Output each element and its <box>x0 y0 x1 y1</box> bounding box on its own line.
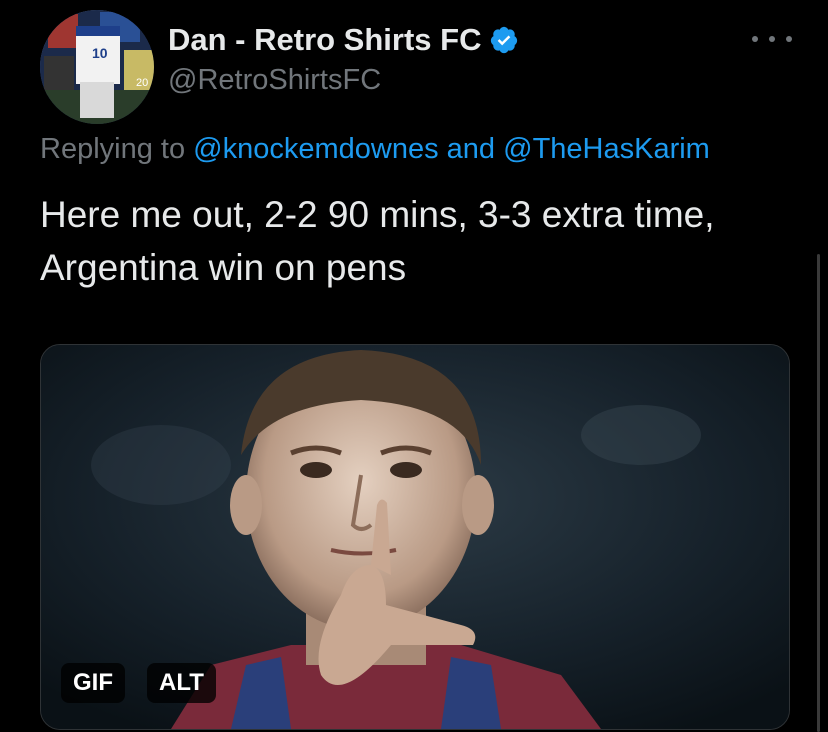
alt-text-button[interactable]: ALT <box>147 663 216 703</box>
gif-media[interactable]: GIF ALT <box>40 344 790 730</box>
svg-text:10: 10 <box>92 45 108 61</box>
display-name[interactable]: Dan - Retro Shirts FC <box>168 22 519 58</box>
verified-badge-icon <box>489 25 519 55</box>
retro-shirts-avatar-icon: 10 20 <box>40 10 154 124</box>
avatar[interactable]: 10 20 <box>40 10 154 124</box>
replying-prefix: Replying to <box>40 133 186 165</box>
tweet-text: Here me out, 2-2 90 mins, 3-3 extra time… <box>40 194 715 288</box>
svg-text:20: 20 <box>136 77 148 89</box>
gif-badge: GIF <box>61 663 125 703</box>
more-options-icon[interactable] <box>752 24 792 54</box>
tweet[interactable]: 10 20 Dan - Retro Shirts FC @RetroShirts… <box>0 0 828 732</box>
mention-joiner: and <box>446 133 496 165</box>
scrollbar[interactable] <box>817 254 820 732</box>
mention-link-2[interactable]: @TheHasKarim <box>503 133 710 165</box>
handle[interactable]: @RetroShirtsFC <box>168 64 381 97</box>
replying-to: Replying to @knockemdownes and @TheHasKa… <box>40 133 710 166</box>
display-name-text[interactable]: Dan - Retro Shirts FC <box>168 22 481 58</box>
mention-link-1[interactable]: @knockemdownes <box>193 133 438 165</box>
